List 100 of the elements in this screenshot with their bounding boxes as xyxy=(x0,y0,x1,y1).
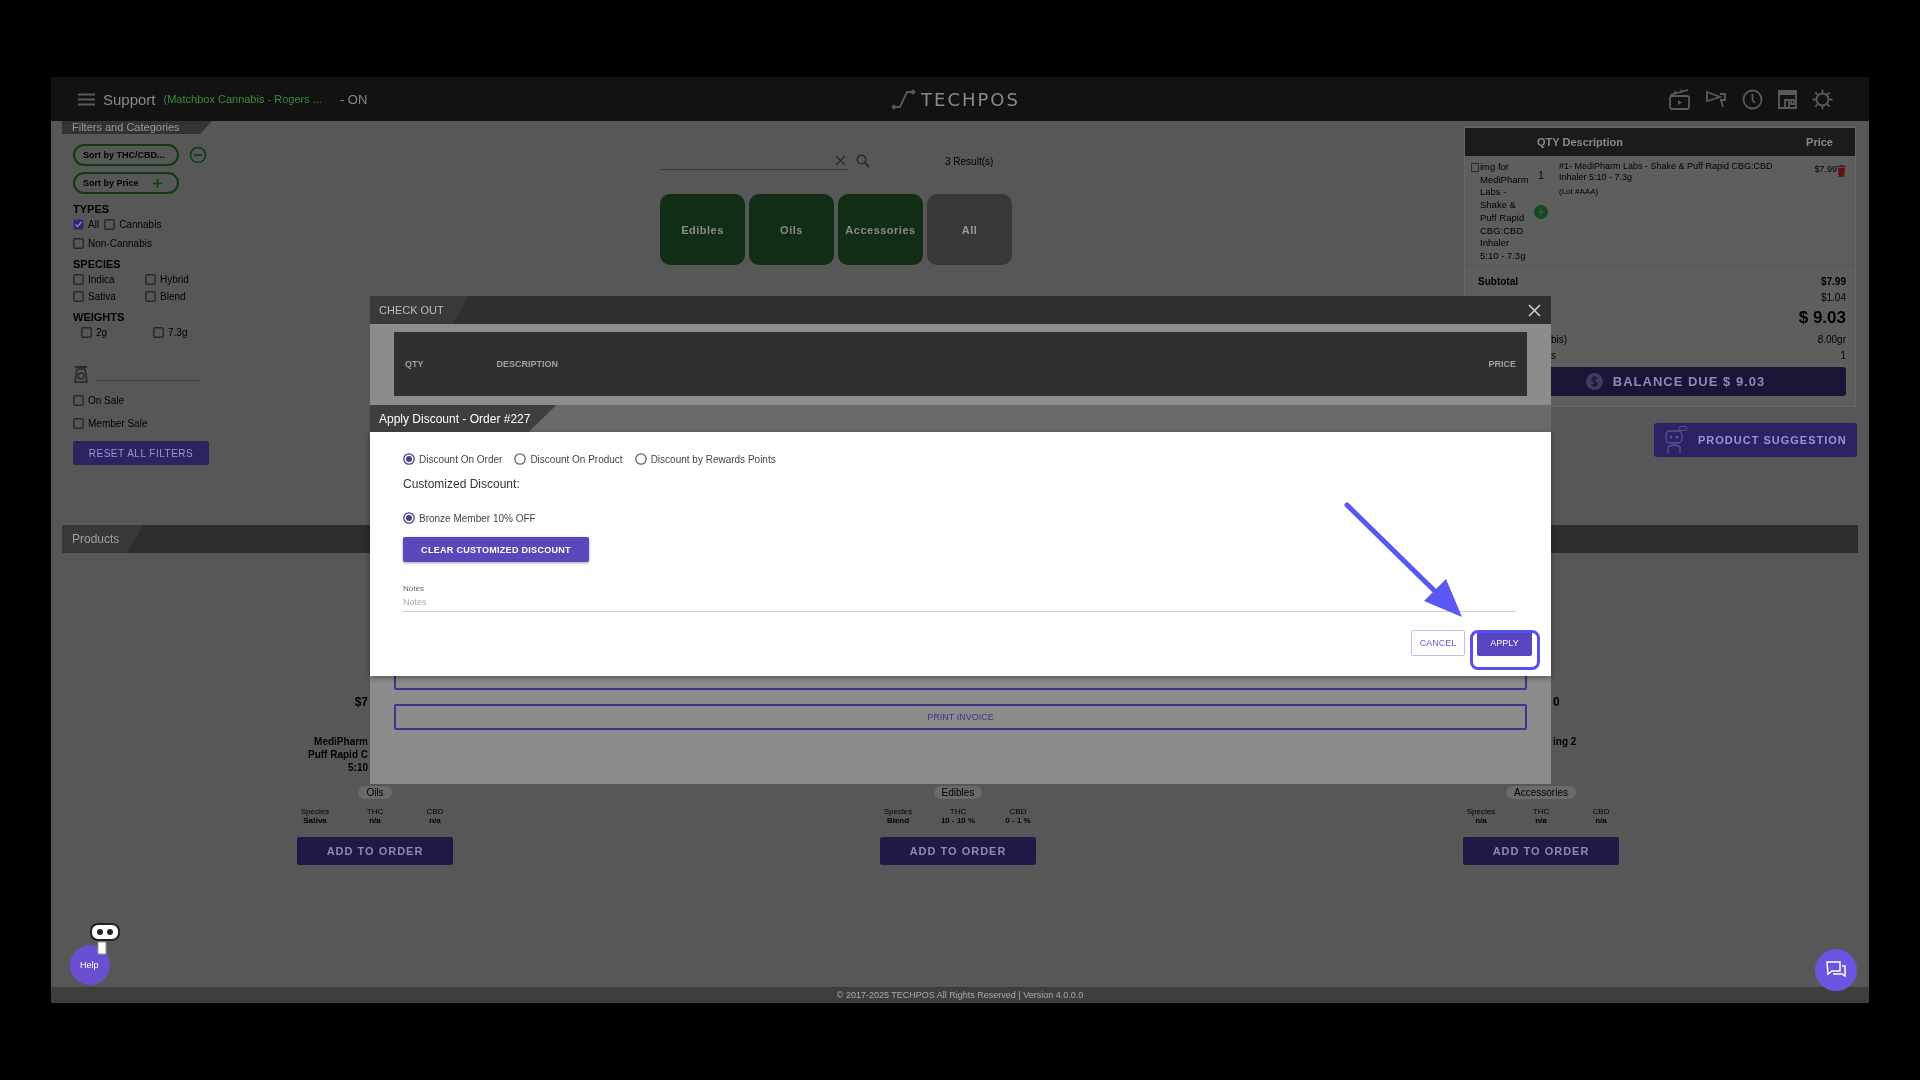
category-tile[interactable]: Edibles xyxy=(660,194,745,265)
checkbox[interactable] xyxy=(153,327,164,338)
clapperboard-icon[interactable] xyxy=(1668,88,1691,110)
sort-button[interactable]: Sort by Price xyxy=(73,172,179,194)
checkbox-label: Indica xyxy=(88,274,115,285)
radio-button[interactable] xyxy=(514,453,527,465)
spec-value: n/a xyxy=(1475,816,1487,825)
cancel-button[interactable]: CANCEL xyxy=(1411,630,1465,656)
settings-icon[interactable] xyxy=(1812,88,1833,110)
checkbox-label: Member Sale xyxy=(88,418,148,429)
radio-button[interactable] xyxy=(403,453,415,465)
results-count: 3 Result(s) xyxy=(945,155,994,167)
checkbox[interactable] xyxy=(73,219,84,230)
clear-icon[interactable] xyxy=(835,155,846,166)
category-tag: Edibles xyxy=(933,786,983,799)
checkbox[interactable] xyxy=(104,219,116,230)
plus-icon xyxy=(152,178,162,188)
clear-discount-button[interactable]: CLEAR CUSTOMIZED DISCOUNT xyxy=(403,537,589,562)
checkbox-label: 2g xyxy=(96,327,108,338)
lot-number: (Lot #AAA) xyxy=(1559,186,1600,197)
product-name: MediPharm xyxy=(313,735,368,748)
checkbox[interactable] xyxy=(73,395,84,406)
dollar-icon xyxy=(1585,373,1603,390)
product-suggestion-button[interactable]: PRODUCT SUGGESTION xyxy=(1654,423,1857,457)
product-price: $7 xyxy=(354,695,368,709)
spec-label: Species xyxy=(300,807,330,816)
minus-circle-icon[interactable] xyxy=(189,146,207,164)
checkbox[interactable] xyxy=(81,327,92,338)
robot-icon xyxy=(1662,426,1688,454)
summary-label: bis) xyxy=(1551,333,1568,345)
checkbox-label: 7.3g xyxy=(168,327,188,338)
spec-value: 10 - 10 % xyxy=(940,816,976,825)
robot-icon xyxy=(88,922,122,956)
add-to-order-button[interactable]: ADD TO ORDER xyxy=(1463,837,1619,865)
spec-value: n/a xyxy=(429,816,441,825)
product-price: 0 xyxy=(1553,695,1560,709)
checkbox[interactable] xyxy=(73,238,84,249)
image-alt-text: img for MediPharm Labs - Shake & Puff Rapid CBG:CBD Inhaler 5:10 - 7.3g xyxy=(1480,161,1530,263)
checkbox-label: On Sale xyxy=(88,395,125,406)
radio-label: Discount On Order xyxy=(419,453,503,465)
item-price: $7.99 xyxy=(1814,164,1837,174)
menu-icon[interactable] xyxy=(78,92,95,106)
chat-icon xyxy=(1826,961,1846,979)
scale-icon xyxy=(73,366,89,383)
checkbox-label: Blend xyxy=(160,291,186,302)
column-header: Price xyxy=(1806,136,1833,148)
radio-label: Bronze Member 10% OFF xyxy=(419,512,536,524)
column-header: QTY xyxy=(405,359,424,369)
category-tile[interactable]: Oils xyxy=(749,194,834,265)
print-invoice-button[interactable]: PRINT INVOICE xyxy=(394,704,1527,730)
megaphone-icon[interactable] xyxy=(1705,89,1728,109)
menu-title: Support xyxy=(103,90,156,108)
add-circle-icon[interactable] xyxy=(1534,205,1548,219)
checkbox-label: Sativa xyxy=(88,291,116,302)
checkbox[interactable] xyxy=(73,418,84,429)
field-label: Notes xyxy=(403,584,425,593)
checkbox-label: Hybrid xyxy=(160,274,189,285)
product-name: ing 2 xyxy=(1553,735,1578,748)
reset-button[interactable]: RESET ALL FILTERS xyxy=(73,441,209,465)
quantity: 1 xyxy=(1538,170,1544,181)
checkbox-label: All xyxy=(88,219,100,230)
category-tag: Oils xyxy=(358,786,392,799)
filter-heading: WEIGHTS xyxy=(73,311,126,323)
category-tile[interactable]: Accessories xyxy=(838,194,923,265)
checkbox[interactable] xyxy=(73,274,84,285)
section-label: Customized Discount: xyxy=(403,477,521,491)
product-name: Puff Rapid C xyxy=(307,748,368,761)
trash-icon[interactable] xyxy=(1837,165,1846,177)
spec-label: Species xyxy=(1466,807,1496,816)
clock-icon[interactable] xyxy=(1742,88,1763,110)
filter-heading: SPECIES xyxy=(73,258,122,270)
close-icon[interactable] xyxy=(1528,303,1541,317)
sort-button[interactable]: Sort by THC/CBD... xyxy=(73,144,179,166)
summary-value: 1 xyxy=(1840,349,1846,361)
category-tile[interactable]: All xyxy=(927,194,1012,265)
store-icon[interactable] xyxy=(1777,89,1798,109)
spec-label: CBD xyxy=(1009,807,1027,816)
column-header: QTY Description xyxy=(1537,136,1623,148)
column-header: DESCRIPTION xyxy=(496,359,560,369)
add-to-order-button[interactable]: ADD TO ORDER xyxy=(880,837,1036,865)
add-to-order-button[interactable]: ADD TO ORDER xyxy=(297,837,453,865)
product-name: 5:10 xyxy=(347,761,368,774)
spec-label: CBD xyxy=(1592,807,1610,816)
highlight-ring xyxy=(1470,630,1540,670)
checkbox[interactable] xyxy=(145,291,156,302)
broken-image-icon xyxy=(1471,163,1479,172)
summary-value: $ 9.03 xyxy=(1798,308,1846,328)
summary-value: 8.00gr xyxy=(1817,333,1846,345)
category-tag: Accessories xyxy=(1506,786,1576,799)
summary-label: Subtotal xyxy=(1478,275,1518,287)
status-text: - ON xyxy=(339,91,368,107)
spec-value: 0 - 1 % xyxy=(1005,816,1031,825)
radio-button[interactable] xyxy=(403,512,415,524)
checkbox[interactable] xyxy=(145,274,156,285)
radio-button[interactable] xyxy=(634,453,647,465)
column-header: PRICE xyxy=(1488,359,1516,369)
search-icon[interactable] xyxy=(856,154,870,168)
checkbox[interactable] xyxy=(73,291,84,302)
spec-value: Sativa xyxy=(303,816,327,825)
summary-value: $7.99 xyxy=(1820,275,1846,287)
